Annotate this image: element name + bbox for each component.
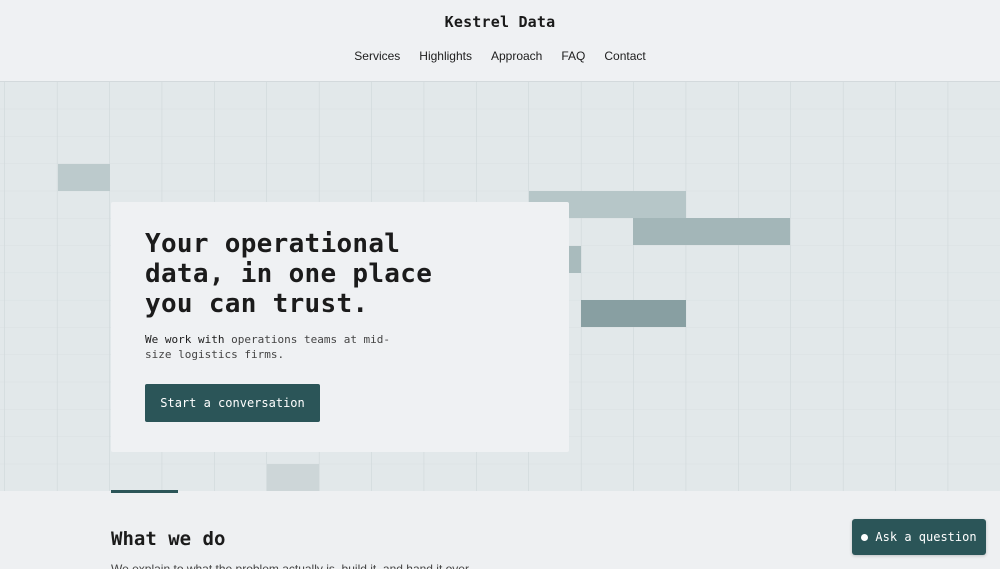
section-indicator: [111, 490, 178, 493]
nav-contact[interactable]: Contact: [604, 49, 645, 63]
brand-logo[interactable]: Kestrel Data: [0, 13, 1000, 31]
grid-tile: [267, 464, 319, 491]
what-we-do-heading: What we do: [111, 528, 226, 550]
status-dot-icon: [861, 533, 869, 541]
ask-question-label: Ask a question: [875, 530, 977, 544]
nav-services[interactable]: Services: [354, 49, 400, 63]
hero-subtitle: We work with operations teams at mid-siz…: [145, 332, 415, 362]
nav-faq[interactable]: FAQ: [561, 49, 585, 63]
nav-approach[interactable]: Approach: [491, 49, 542, 63]
hero-section: Your operational data, in one place you …: [0, 82, 1000, 491]
start-conversation-button[interactable]: Start a conversation: [145, 384, 320, 422]
hero-subtitle-lead: We work with: [145, 333, 225, 346]
what-we-do-text: We explain to what the problem actually …: [111, 562, 472, 569]
grid-tile: [633, 218, 790, 245]
site-header: Kestrel Data Services Highlights Approac…: [0, 0, 1000, 82]
nav-highlights[interactable]: Highlights: [419, 49, 472, 63]
ask-question-button[interactable]: Ask a question: [852, 519, 986, 555]
grid-tile: [581, 300, 686, 327]
hero-title: Your operational data, in one place you …: [145, 229, 433, 319]
hero-card: Your operational data, in one place you …: [111, 202, 569, 452]
grid-tile: [58, 164, 110, 191]
main-nav: Services Highlights Approach FAQ Contact: [0, 49, 1000, 63]
